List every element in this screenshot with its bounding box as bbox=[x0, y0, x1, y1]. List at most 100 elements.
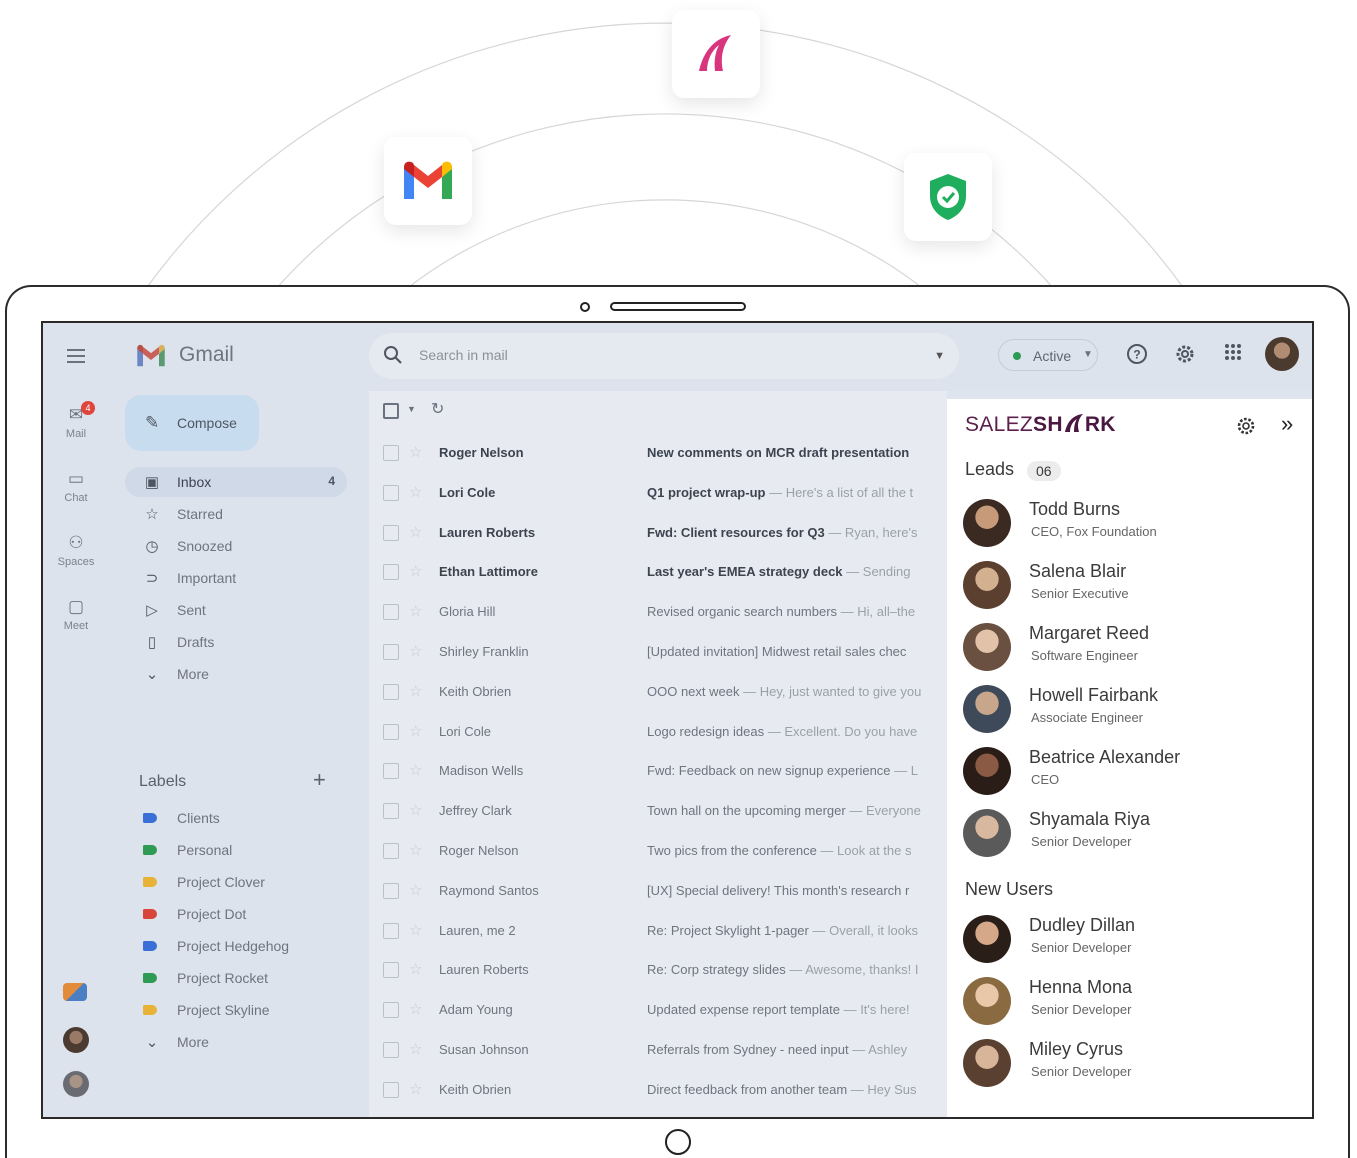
settings-gear-icon[interactable] bbox=[1173, 343, 1197, 367]
contact-item[interactable]: Howell Fairbank Associate Engineer bbox=[963, 685, 1303, 739]
row-checkbox[interactable] bbox=[383, 564, 399, 581]
email-row[interactable]: ☆ Adam Young Updated expense report templa… bbox=[369, 990, 947, 1030]
contact-item[interactable]: Henna Mona Senior Developer bbox=[963, 977, 1303, 1031]
label-item[interactable]: Project Clover bbox=[125, 867, 347, 897]
addon-icon[interactable] bbox=[63, 983, 87, 1001]
menu-icon[interactable] bbox=[67, 349, 85, 367]
search-options-icon[interactable]: ▼ bbox=[934, 350, 945, 362]
collapse-panel-icon[interactable]: » bbox=[1281, 411, 1293, 437]
contact-avatar[interactable] bbox=[63, 1071, 89, 1097]
contact-item[interactable]: Miley Cyrus Senior Developer bbox=[963, 1039, 1303, 1093]
select-all-checkbox[interactable] bbox=[383, 403, 399, 419]
star-icon[interactable]: ☆ bbox=[409, 642, 422, 660]
nav-item-starred[interactable]: ☆ Starred bbox=[125, 499, 347, 529]
star-icon[interactable]: ☆ bbox=[409, 602, 422, 620]
email-row[interactable]: ☆ Gloria Hill Revised organic search numbe… bbox=[369, 592, 947, 632]
contact-item[interactable]: Shyamala Riya Senior Developer bbox=[963, 809, 1303, 863]
star-icon[interactable]: ☆ bbox=[409, 1080, 422, 1098]
row-checkbox[interactable] bbox=[383, 445, 399, 461]
labels-more[interactable]: ⌄ More bbox=[125, 1027, 347, 1057]
label-item[interactable]: Project Rocket bbox=[125, 963, 347, 993]
row-checkbox[interactable] bbox=[383, 604, 399, 621]
row-checkbox[interactable] bbox=[383, 882, 399, 899]
row-checkbox[interactable] bbox=[383, 484, 399, 501]
nav-item-snoozed[interactable]: ◷ Snoozed bbox=[125, 531, 347, 561]
account-avatar[interactable] bbox=[1265, 337, 1299, 371]
nav-item-important[interactable]: ⊃ Important bbox=[125, 563, 347, 593]
email-row[interactable]: ☆ Madison Wells Fwd: Feedback on new signu… bbox=[369, 751, 947, 791]
row-checkbox[interactable] bbox=[383, 723, 399, 740]
email-row[interactable]: ☆ Lauren, me 2 Re: Project Skylight 1-page… bbox=[369, 911, 947, 951]
contact-item[interactable]: Margaret Reed Software Engineer bbox=[963, 623, 1303, 677]
apps-grid-icon[interactable] bbox=[1221, 343, 1245, 367]
email-row[interactable]: ☆ Jeffrey Clark Town hall on the upcoming … bbox=[369, 791, 947, 831]
rail-item-chat[interactable]: ▭ Chat bbox=[43, 469, 109, 504]
refresh-icon[interactable]: ↻ bbox=[431, 399, 444, 419]
star-icon[interactable]: ☆ bbox=[409, 562, 422, 580]
star-icon[interactable]: ☆ bbox=[409, 722, 422, 740]
email-row[interactable]: ☆ Lori Cole Q1 project wrap-up — Here's a … bbox=[369, 473, 947, 513]
panel-settings-icon[interactable] bbox=[1235, 415, 1257, 443]
nav-item-inbox[interactable]: ▣ Inbox 4 bbox=[125, 467, 347, 497]
nav-item-more[interactable]: ⌄ More bbox=[125, 659, 347, 689]
label-item[interactable]: Project Skyline bbox=[125, 995, 347, 1025]
email-row[interactable]: ☆ Susan Johnson Referrals from Sydney - ne… bbox=[369, 1030, 947, 1070]
contact-item[interactable]: Todd Burns CEO, Fox Foundation bbox=[963, 499, 1303, 553]
row-checkbox[interactable] bbox=[383, 1042, 399, 1058]
row-checkbox[interactable] bbox=[383, 644, 399, 660]
row-checkbox[interactable] bbox=[383, 1081, 399, 1098]
star-icon[interactable]: ☆ bbox=[409, 881, 422, 899]
rail-item-spaces[interactable]: ⚇ Spaces bbox=[43, 533, 109, 568]
star-icon[interactable]: ☆ bbox=[409, 483, 422, 501]
contact-avatar[interactable] bbox=[63, 1027, 89, 1053]
search-input[interactable]: Search in mail bbox=[419, 347, 508, 363]
star-icon[interactable]: ☆ bbox=[409, 841, 422, 859]
row-checkbox[interactable] bbox=[383, 763, 399, 780]
email-row[interactable]: ☆ Lauren Roberts Fwd: Client resources for… bbox=[369, 513, 947, 553]
star-icon[interactable]: ☆ bbox=[409, 682, 422, 700]
email-row[interactable]: ☆ Keith Obrien OOO next week — Hey, just w… bbox=[369, 672, 947, 712]
star-icon[interactable]: ☆ bbox=[409, 960, 422, 978]
compose-button[interactable]: ✎ Compose bbox=[125, 395, 259, 451]
search-bar[interactable]: Search in mail ▼ bbox=[369, 333, 959, 379]
rail-item-meet[interactable]: ▢ Meet bbox=[43, 597, 109, 632]
rail-item-mail[interactable]: ✉ 4 Mail bbox=[43, 401, 109, 440]
home-button[interactable] bbox=[665, 1129, 691, 1155]
chevron-down-icon[interactable]: ▼ bbox=[407, 404, 416, 414]
label-item[interactable]: Personal bbox=[125, 835, 347, 865]
row-checkbox[interactable] bbox=[383, 683, 399, 700]
row-checkbox[interactable] bbox=[383, 843, 399, 859]
row-checkbox[interactable] bbox=[383, 803, 399, 820]
label-item[interactable]: Project Dot bbox=[125, 899, 347, 929]
star-icon[interactable]: ☆ bbox=[409, 1040, 422, 1058]
row-checkbox[interactable] bbox=[383, 524, 399, 541]
add-label-icon[interactable]: + bbox=[313, 767, 326, 793]
contact-item[interactable]: Dudley Dillan Senior Developer bbox=[963, 915, 1303, 969]
star-icon[interactable]: ☆ bbox=[409, 523, 422, 541]
star-icon[interactable]: ☆ bbox=[409, 1000, 422, 1018]
status-selector[interactable]: Active ▼ bbox=[998, 339, 1098, 371]
row-checkbox[interactable] bbox=[383, 1002, 399, 1019]
email-row[interactable]: ☆ Shirley Franklin [Updated invitation] Mi… bbox=[369, 632, 947, 672]
row-checkbox[interactable] bbox=[383, 962, 399, 979]
contact-item[interactable]: Beatrice Alexander CEO bbox=[963, 747, 1303, 801]
star-icon[interactable]: ☆ bbox=[409, 921, 422, 939]
email-row[interactable]: ☆ Lauren Roberts Re: Corp strategy slides … bbox=[369, 950, 947, 990]
label-item[interactable]: Project Hedgehog bbox=[125, 931, 347, 961]
search-icon[interactable] bbox=[383, 345, 403, 365]
email-row[interactable]: ☆ Roger Nelson New comments on MCR draft p… bbox=[369, 433, 947, 473]
email-row[interactable]: ☆ Keith Obrien Direct feedback from anothe… bbox=[369, 1070, 947, 1110]
star-icon[interactable]: ☆ bbox=[409, 443, 422, 461]
nav-item-sent[interactable]: ▷ Sent bbox=[125, 595, 347, 625]
star-icon[interactable]: ☆ bbox=[409, 801, 422, 819]
nav-item-drafts[interactable]: ▯ Drafts bbox=[125, 627, 347, 657]
email-row[interactable]: ☆ Lori Cole Logo redesign ideas — Excellen… bbox=[369, 712, 947, 752]
email-row[interactable]: ☆ Ethan Lattimore Last year's EMEA strateg… bbox=[369, 552, 947, 592]
row-checkbox[interactable] bbox=[383, 922, 399, 939]
email-row[interactable]: ☆ Roger Nelson Two pics from the conferenc… bbox=[369, 831, 947, 871]
star-icon[interactable]: ☆ bbox=[409, 761, 422, 779]
contact-item[interactable]: Salena Blair Senior Executive bbox=[963, 561, 1303, 615]
label-item[interactable]: Clients bbox=[125, 803, 347, 833]
help-icon[interactable]: ? bbox=[1125, 343, 1149, 367]
email-row[interactable]: ☆ Raymond Santos [UX] Special delivery! Th… bbox=[369, 871, 947, 911]
